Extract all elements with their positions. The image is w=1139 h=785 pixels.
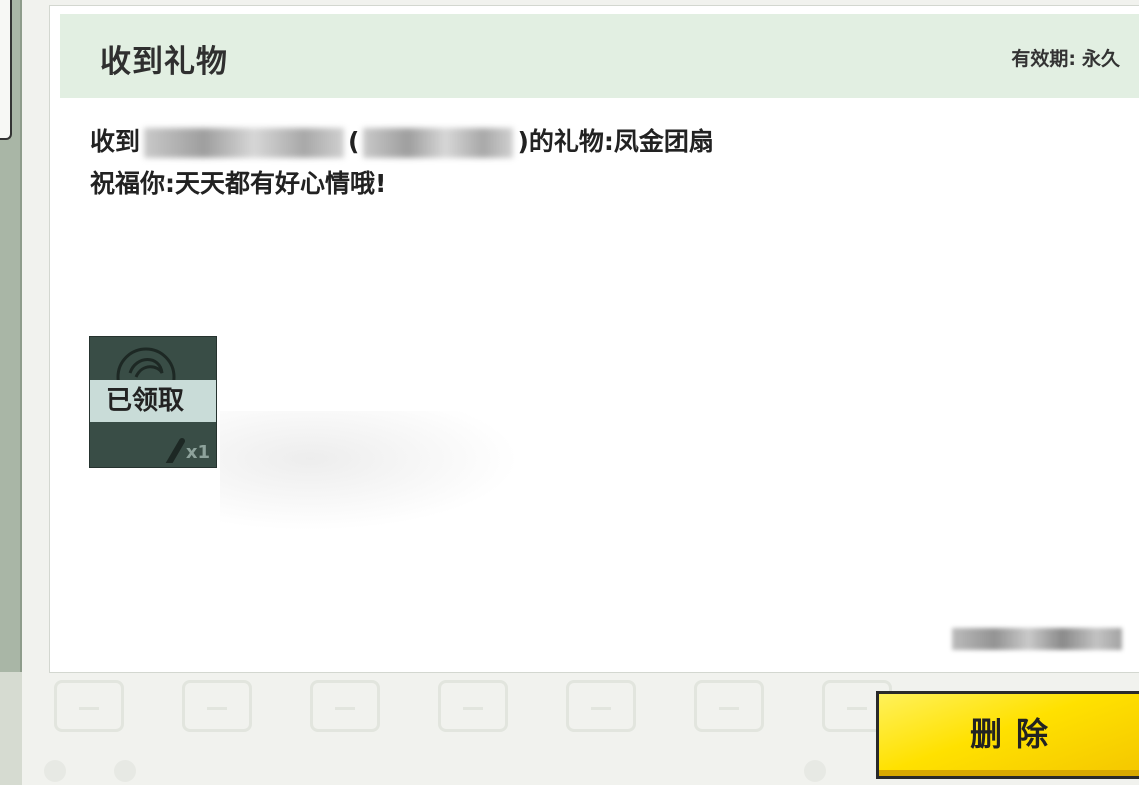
redacted-signature xyxy=(952,628,1122,650)
validity-label: 有效期: xyxy=(1011,48,1076,70)
gift-item-slot[interactable]: 已领取 x1 xyxy=(89,336,217,468)
side-rail xyxy=(0,0,22,785)
card-header: 收到礼物 有效期: 永久 xyxy=(60,14,1139,98)
gift-quantity: x1 xyxy=(185,442,210,463)
card-title: 收到礼物 xyxy=(100,44,228,80)
message-prefix: 收到 xyxy=(90,127,141,156)
validity-info: 有效期: 永久 xyxy=(1011,44,1120,71)
redacted-sender-id xyxy=(363,128,514,158)
redacted-sender-name xyxy=(144,128,345,158)
gift-message-line-1: 收到 ( )的礼物:凤金团扇 xyxy=(90,122,714,158)
validity-value: 永久 xyxy=(1081,48,1120,70)
message-suffix: )的礼物:凤金团扇 xyxy=(517,127,714,156)
message-open-paren: ( xyxy=(348,127,360,156)
claimed-status-badge: 已领取 xyxy=(90,380,216,422)
side-tab-handle[interactable] xyxy=(0,0,12,140)
redacted-area xyxy=(220,411,520,531)
delete-button[interactable]: 删除 xyxy=(876,691,1139,779)
gift-message-line-2: 祝福你:天天都有好心情哦! xyxy=(90,169,387,198)
gift-message-card: 收到礼物 有效期: 永久 收到 ( )的礼物:凤金团扇 祝福你:天天都有好心情哦! 已… xyxy=(49,5,1139,673)
